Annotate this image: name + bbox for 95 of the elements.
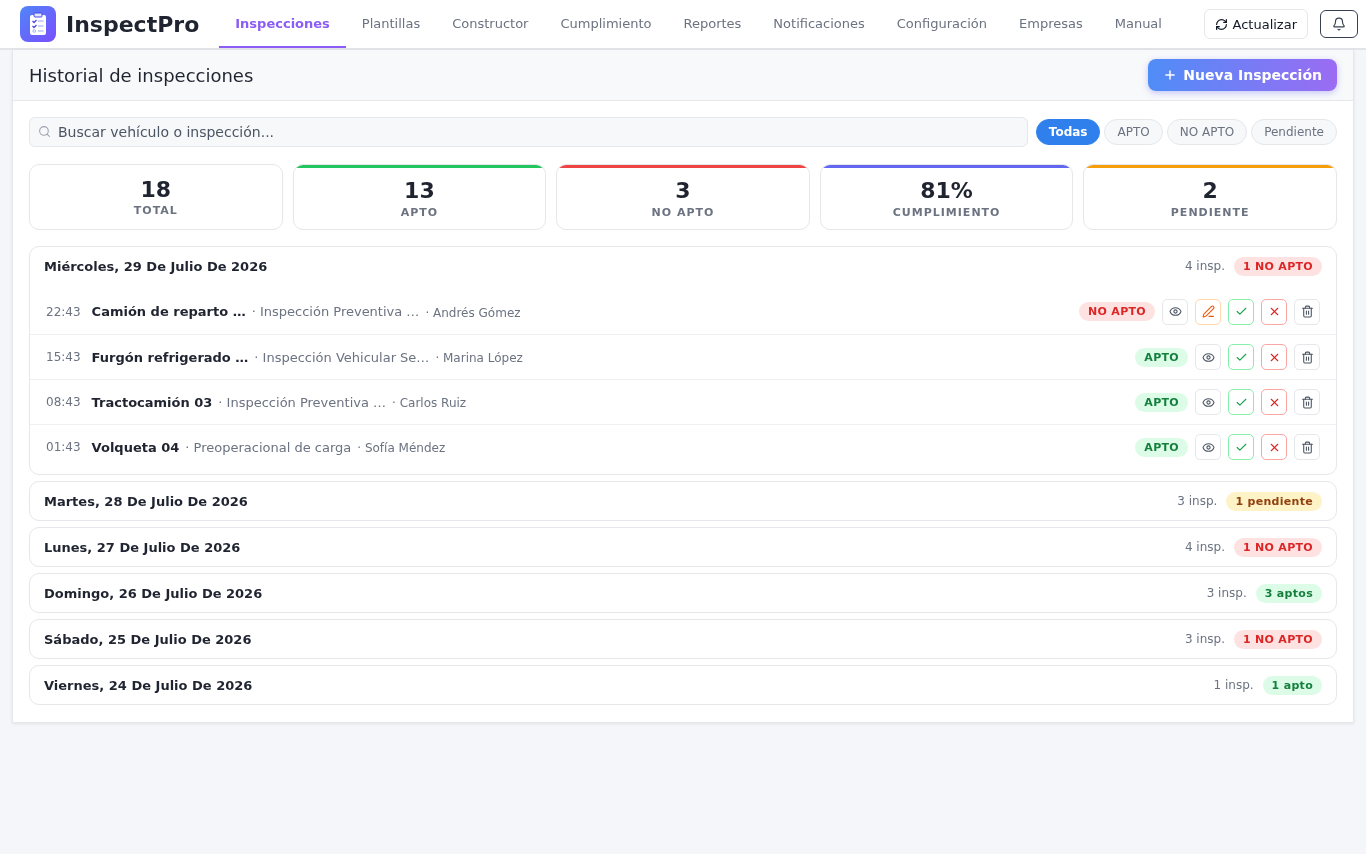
clipboard-logo-icon xyxy=(20,6,56,42)
check-icon xyxy=(1234,305,1248,318)
filter-tab[interactable]: Todas xyxy=(1035,119,1101,145)
delete-button[interactable] xyxy=(1294,344,1320,370)
reject-button[interactable] xyxy=(1261,434,1287,460)
inspector-name: · Sofía Méndez xyxy=(357,441,446,455)
search-field[interactable]: Buscar vehículo o inspección... xyxy=(29,117,1028,147)
stat-value: 18 xyxy=(140,176,172,203)
notifications-button[interactable] xyxy=(1320,10,1358,38)
search-icon xyxy=(38,125,51,138)
filter-tab[interactable]: Pendiente xyxy=(1251,119,1337,145)
nav-tab[interactable]: Notificaciones xyxy=(757,0,881,48)
view-button[interactable] xyxy=(1195,344,1221,370)
bell-icon xyxy=(1332,17,1346,31)
inspection-time: 22:43 xyxy=(46,304,81,319)
nav-tab[interactable]: Inspecciones xyxy=(219,0,346,48)
refresh-button[interactable]: Actualizar xyxy=(1203,9,1308,39)
view-button[interactable] xyxy=(1195,389,1221,415)
stat-label: APTO xyxy=(400,205,439,219)
eye-icon xyxy=(1201,395,1215,409)
view-button[interactable] xyxy=(1162,298,1188,325)
delete-button[interactable] xyxy=(1294,389,1320,415)
template-name: · Inspección Preventiva … xyxy=(251,304,420,319)
nav-tab[interactable]: Configuración xyxy=(880,0,1003,48)
vehicle-name: Volqueta 04 xyxy=(91,439,180,455)
inspection-time: 01:43 xyxy=(46,440,81,454)
inspection-count: 3 insp. xyxy=(1184,632,1225,646)
status-badge: APTO xyxy=(1135,437,1188,457)
stat-value: 3 xyxy=(675,178,691,204)
status-badge: APTO xyxy=(1135,347,1188,367)
eye-icon xyxy=(1201,440,1215,454)
summary-badge: 1 apto xyxy=(1262,675,1322,695)
eye-icon xyxy=(1168,305,1182,318)
inspection-count: 3 insp. xyxy=(1206,586,1247,600)
summary-badge: 1 pendiente xyxy=(1226,491,1322,511)
page-title: Historial de inspecciones xyxy=(29,64,254,86)
reject-button[interactable] xyxy=(1261,389,1287,415)
status-badge: APTO xyxy=(1135,392,1188,412)
day-title: Miércoles, 29 De Julio De 2026 xyxy=(44,258,268,274)
inspection-count: 4 insp. xyxy=(1184,540,1225,554)
reject-button[interactable] xyxy=(1261,298,1287,325)
summary-badge: 1 NO APTO xyxy=(1234,256,1322,276)
day-title: Sábado, 25 De Julio De 2026 xyxy=(44,631,252,647)
inspector-name: · Carlos Ruiz xyxy=(392,396,467,410)
day-title: Martes, 28 De Julio De 2026 xyxy=(44,493,248,509)
day-title: Domingo, 26 De Julio De 2026 xyxy=(44,585,263,601)
day-title: Viernes, 24 De Julio De 2026 xyxy=(44,677,253,693)
trash-icon xyxy=(1300,305,1314,318)
stat-label: NO APTO xyxy=(651,205,715,219)
summary-badge: 3 aptos xyxy=(1255,583,1322,603)
inspection-time: 08:43 xyxy=(46,395,81,409)
day-title: Lunes, 27 De Julio De 2026 xyxy=(44,539,241,555)
app-name: InspectPro xyxy=(66,11,200,37)
nav-tab[interactable]: Reportes xyxy=(667,0,758,48)
stat-value: 2 xyxy=(1202,178,1218,204)
stat-value: 81% xyxy=(920,178,973,204)
nav-tab[interactable]: Plantillas xyxy=(345,0,437,48)
delete-button[interactable] xyxy=(1294,298,1320,325)
inspection-time: 15:43 xyxy=(46,350,81,364)
template-name: · Inspección Preventiva … xyxy=(218,394,387,410)
template-name: · Inspección Vehicular Se… xyxy=(254,349,430,365)
vehicle-name: Tractocamión 03 xyxy=(91,394,213,410)
nav-tab[interactable]: Empresas xyxy=(1003,0,1099,48)
nav-tab[interactable]: Manual xyxy=(1098,0,1178,48)
filter-tab[interactable]: NO APTO xyxy=(1166,119,1248,145)
trash-icon xyxy=(1300,395,1314,409)
vehicle-name: Furgón refrigerado … xyxy=(91,349,249,365)
trash-icon xyxy=(1300,350,1314,364)
eye-icon xyxy=(1201,350,1215,364)
nav-tab[interactable]: Constructor xyxy=(436,0,545,48)
view-button[interactable] xyxy=(1195,434,1221,460)
stat-value: 13 xyxy=(404,178,435,204)
pencil-icon xyxy=(1201,305,1215,318)
refresh-icon xyxy=(1214,17,1228,31)
new-inspection-button[interactable]: Nueva Inspección xyxy=(1148,59,1337,91)
delete-button[interactable] xyxy=(1294,434,1320,460)
trash-icon xyxy=(1300,440,1314,454)
inspection-count: 3 insp. xyxy=(1177,494,1218,508)
filter-tab[interactable]: APTO xyxy=(1104,119,1163,145)
plus-icon xyxy=(1163,68,1178,82)
inspector-name: · Andrés Gómez xyxy=(425,305,521,320)
status-badge: NO APTO xyxy=(1079,302,1155,321)
nav-tab[interactable]: Cumplimiento xyxy=(544,0,668,48)
summary-badge: 1 NO APTO xyxy=(1234,629,1322,649)
inspector-name: · Marina López xyxy=(435,351,523,365)
stat-label: TOTAL xyxy=(133,204,178,218)
stat-label: CUMPLIMIENTO xyxy=(892,205,1001,219)
edit-button[interactable] xyxy=(1195,298,1221,325)
stat-label: PENDIENTE xyxy=(1170,205,1250,219)
inspection-count: 1 insp. xyxy=(1213,678,1254,692)
summary-badge: 1 NO APTO xyxy=(1234,537,1322,557)
inspection-count: 4 insp. xyxy=(1184,259,1225,273)
template-name: · Preoperacional de carga xyxy=(185,439,352,455)
reject-button[interactable] xyxy=(1261,344,1287,370)
vehicle-name: Camión de reparto … xyxy=(91,304,246,319)
